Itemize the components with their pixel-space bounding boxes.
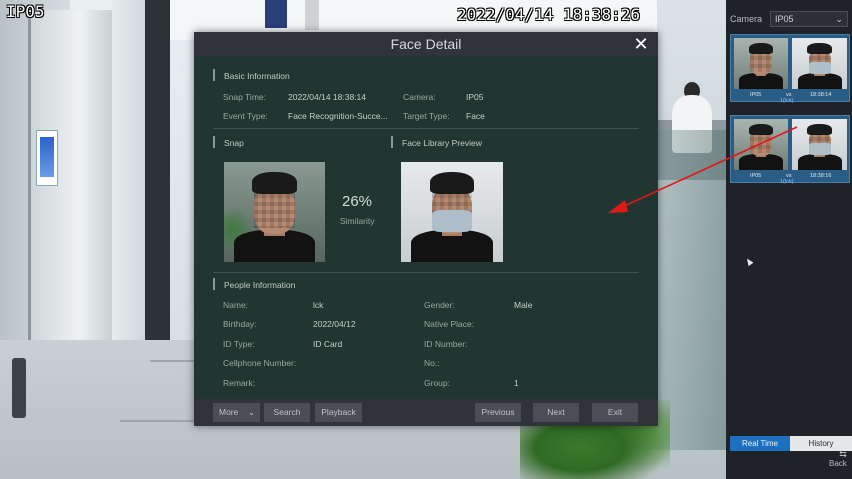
event-type-label: Event Type: <box>223 111 268 121</box>
birthday-label: Birthday: <box>223 319 257 329</box>
snap-time-label: Snap Time: <box>223 92 266 102</box>
library-image[interactable] <box>401 162 503 262</box>
search-button[interactable]: Search <box>264 403 310 422</box>
event-type-value: Face Recognition-Succe... <box>288 111 388 121</box>
camera-select-label: Camera <box>730 14 763 24</box>
back-button[interactable]: ⇆ Back <box>829 449 847 469</box>
close-icon[interactable]: ✕ <box>633 34 649 54</box>
match-card[interactable]: IP05 vs 18:38:16 1(lck) <box>730 115 850 185</box>
back-label: Back <box>829 459 847 468</box>
similarity-value: 26% <box>342 193 373 210</box>
match-snap-thumb <box>734 119 788 170</box>
divider <box>213 272 639 273</box>
no-label: No.: <box>424 358 440 368</box>
people-info-heading: People Information <box>224 280 296 290</box>
match-camera: IP05 <box>750 92 762 98</box>
section-marker <box>213 136 215 148</box>
match-camera: IP05 <box>750 173 762 179</box>
gender-value: Male <box>514 300 533 310</box>
snap-time-value: 2022/04/14 18:38:14 <box>288 92 366 102</box>
section-marker <box>213 69 215 81</box>
next-button[interactable]: Next <box>533 403 579 422</box>
camera-scene <box>265 0 287 28</box>
previous-button[interactable]: Previous <box>475 403 521 422</box>
camera-value: IP05 <box>466 92 484 102</box>
chevron-down-icon: ⌄ <box>247 407 255 417</box>
section-marker <box>391 136 393 148</box>
wall-sign <box>36 130 58 186</box>
basic-info-heading: Basic Information <box>224 71 290 81</box>
more-label: More <box>219 407 239 417</box>
exit-button[interactable]: Exit <box>592 403 638 422</box>
face-detail-dialog: Face Detail ✕ Basic Information Snap Tim… <box>194 32 658 426</box>
snap-heading: Snap <box>224 138 244 148</box>
cellphone-label: Cellphone Number: <box>223 358 297 368</box>
group-value: 1 <box>514 378 519 388</box>
target-type-label: Target Type: <box>403 111 450 121</box>
chevron-down-icon: ⌄ <box>835 14 843 24</box>
match-time: 18:38:14 <box>810 92 832 98</box>
tab-real-time[interactable]: Real Time <box>730 436 790 451</box>
section-marker <box>213 278 215 290</box>
wall-socket <box>12 358 26 418</box>
target-type-value: Face <box>466 111 485 121</box>
more-dropdown[interactable]: More ⌄ <box>213 403 260 422</box>
match-time: 18:38:16 <box>810 173 832 179</box>
library-heading: Face Library Preview <box>402 138 482 148</box>
camera-timestamp-overlay: 2022/04/14 18:38:26 <box>457 5 641 24</box>
group-label: Group: <box>424 378 450 388</box>
back-arrow-icon: ⇆ <box>839 449 847 459</box>
playback-button[interactable]: Playback <box>315 403 362 422</box>
remark-label: Remark: <box>223 378 256 388</box>
id-number-label: ID Number: <box>424 339 468 349</box>
match-library-thumb <box>792 38 847 89</box>
camera-name-overlay: IP05 <box>6 2 45 21</box>
match-name: 1(lck) <box>780 98 794 104</box>
camera-label: Camera: <box>403 92 436 102</box>
dialog-title: Face Detail <box>194 32 658 56</box>
name-label: Name: <box>223 300 249 310</box>
divider <box>213 128 639 129</box>
birthday-value: 2022/04/12 <box>313 319 356 329</box>
dialog-toolbar: More ⌄ Search Playback Previous Next Exi… <box>194 399 658 426</box>
match-card[interactable]: IP05 vs 18:38:14 1(lck) <box>730 34 850 104</box>
camera-select-value: IP05 <box>775 14 794 24</box>
match-library-thumb <box>792 119 847 170</box>
id-type-value: ID Card <box>313 339 343 349</box>
name-value: lck <box>313 300 324 310</box>
camera-scene <box>305 0 319 30</box>
match-name: 1(lck) <box>780 179 794 185</box>
camera-select[interactable]: IP05 ⌄ <box>770 11 848 27</box>
id-type-label: ID Type: <box>223 339 255 349</box>
match-snap-thumb <box>734 38 788 89</box>
snap-image[interactable] <box>224 162 325 262</box>
similarity-label: Similarity <box>340 216 375 226</box>
native-place-label: Native Place: <box>424 319 475 329</box>
gender-label: Gender: <box>424 300 455 310</box>
